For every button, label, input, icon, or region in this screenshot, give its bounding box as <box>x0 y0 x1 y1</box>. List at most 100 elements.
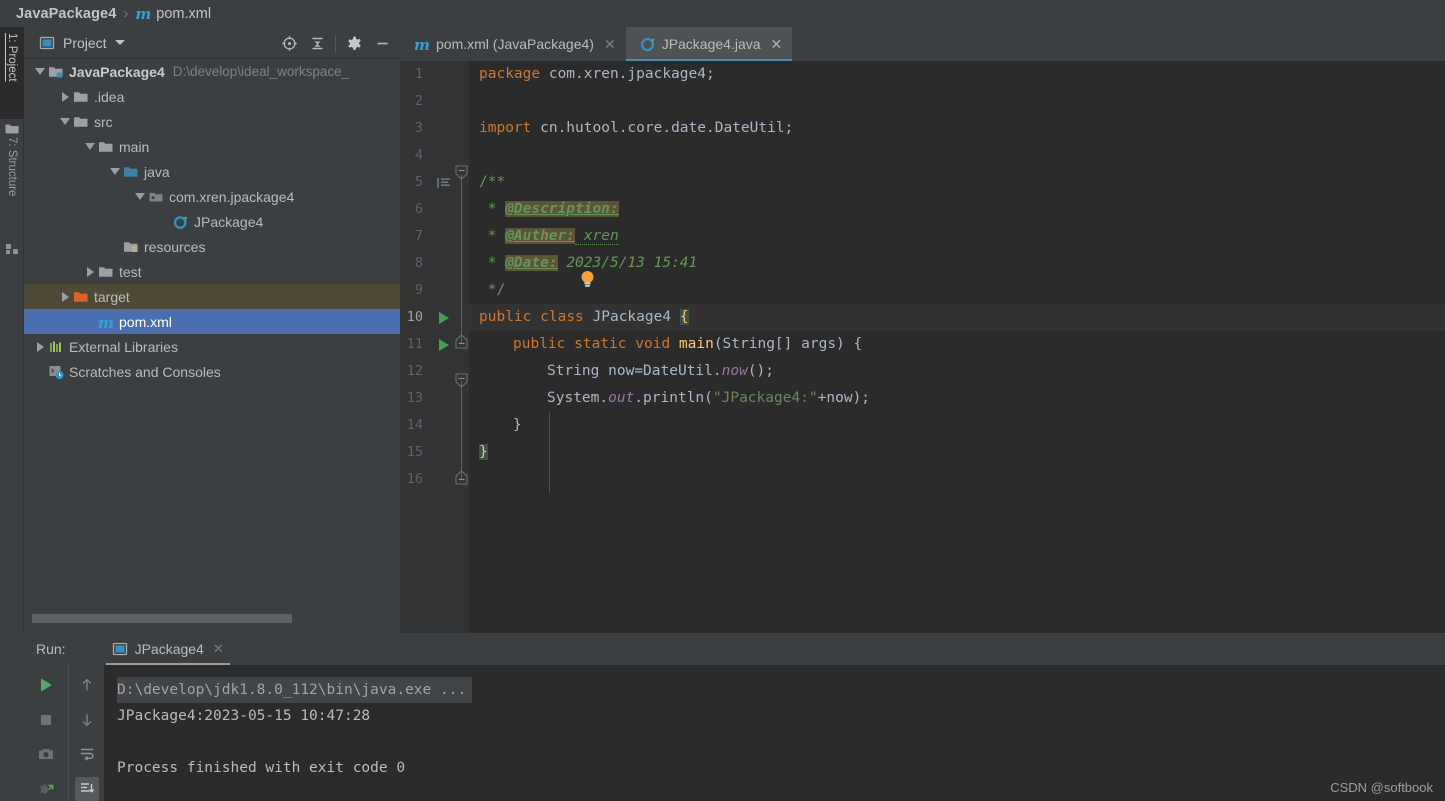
project-tree[interactable]: JavaPackage4 D:\develop\ideal_workspace_.… <box>24 59 400 615</box>
scrollbar-thumb[interactable] <box>32 614 292 623</box>
arrow-down-icon[interactable] <box>75 708 99 732</box>
close-icon[interactable]: ✕ <box>771 37 783 51</box>
excluded-folder-icon <box>73 289 89 305</box>
tree-node-idea[interactable]: .idea <box>24 84 400 109</box>
fold-collapse-javadoc-icon[interactable] <box>455 165 468 180</box>
libraries-icon <box>48 339 64 355</box>
tree-node-jpackage4[interactable]: JPackage4 <box>24 209 400 234</box>
chevron-down-icon[interactable] <box>82 139 98 155</box>
chevron-down-icon[interactable] <box>132 189 148 205</box>
run-config-icon <box>112 641 128 657</box>
intention-lightbulb-icon[interactable] <box>579 269 596 289</box>
project-panel-header: Project <box>24 27 400 59</box>
tree-node-resources[interactable]: resources <box>24 234 400 259</box>
folder-icon <box>73 114 89 130</box>
chevron-down-icon[interactable] <box>107 164 123 180</box>
breadcrumb-project[interactable]: JavaPackage4 <box>16 6 116 22</box>
scroll-to-end-icon[interactable] <box>74 777 99 801</box>
folder-icon <box>73 89 89 105</box>
camera-icon[interactable] <box>34 743 58 767</box>
package-icon <box>148 189 164 205</box>
run-configuration-tab[interactable]: JPackage4 ✕ <box>105 633 230 665</box>
debug-attach-icon[interactable] <box>34 777 58 801</box>
line-number-6: 6 <box>414 201 423 217</box>
chevron-right-icon[interactable] <box>57 89 73 105</box>
breadcrumb-file[interactable]: pom.xml <box>156 6 211 22</box>
close-icon[interactable]: ✕ <box>213 641 224 657</box>
run-console-output[interactable]: D:\develop\jdk1.8.0_112\bin\java.exe ...… <box>104 665 1445 801</box>
render-javadoc-icon[interactable] <box>436 169 452 196</box>
scratches-icon <box>48 364 64 380</box>
chevron-down-icon[interactable] <box>114 40 125 45</box>
line-number-12: 12 <box>406 363 423 379</box>
gear-icon[interactable] <box>340 29 368 57</box>
tree-node-scratches-and-consoles[interactable]: Scratches and Consoles <box>24 359 400 384</box>
java-class-icon <box>640 36 656 52</box>
code-folding-bar[interactable] <box>455 61 469 633</box>
chevron-down-icon[interactable] <box>32 64 48 80</box>
folder-icon <box>98 264 114 280</box>
editor-tab-bar: m pom.xml (JavaPackage4) ✕ JPackage4.jav… <box>400 27 1445 61</box>
run-toolbar-secondary <box>68 665 104 801</box>
tree-node-pom-xml[interactable]: m pom.xml <box>24 309 400 334</box>
collapse-all-icon[interactable] <box>303 29 331 57</box>
arrow-up-icon[interactable] <box>75 673 99 697</box>
sidebar-tab-structure[interactable]: 7: Structure <box>0 131 24 231</box>
run-gutter-icon-line-10[interactable] <box>439 304 449 331</box>
chevron-down-icon[interactable] <box>57 114 73 130</box>
fold-expand-javadoc-end-icon[interactable] <box>455 333 468 349</box>
breadcrumb: JavaPackage4 › m pom.xml <box>0 0 1445 27</box>
tree-node-external-libraries[interactable]: External Libraries <box>24 334 400 359</box>
indent-guide <box>549 412 550 493</box>
code-line-15: } <box>469 439 488 466</box>
breadcrumb-separator: › <box>123 5 129 22</box>
tree-node-label: main <box>119 138 150 155</box>
fold-expand-method-end-icon[interactable] <box>455 469 468 485</box>
tree-node-label: JavaPackage4 <box>69 63 165 80</box>
sidebar-tab-project[interactable]: 1: Project <box>0 27 24 119</box>
fold-collapse-method-icon[interactable] <box>455 373 468 388</box>
editor-tab-jpackage4-java[interactable]: JPackage4.java ✕ <box>625 27 793 61</box>
tree-node-src[interactable]: src <box>24 109 400 134</box>
scroll-from-source-icon[interactable] <box>275 29 303 57</box>
sidebar-tab-structure-label: 7: Structure <box>6 137 18 197</box>
java-class-icon <box>173 214 189 230</box>
line-number-3: 3 <box>414 120 423 136</box>
tree-node-com-xren-jpackage4[interactable]: com.xren.jpackage4 <box>24 184 400 209</box>
tree-node-main[interactable]: main <box>24 134 400 159</box>
console-line-command: D:\develop\jdk1.8.0_112\bin\java.exe ... <box>117 677 473 703</box>
bottom-left-strip <box>0 633 24 801</box>
run-tool-window: Run: JPackage4 ✕ D:\develop\jdk1.8.0_112… <box>24 633 1445 801</box>
tree-node-java[interactable]: java <box>24 159 400 184</box>
tree-node-label: src <box>94 113 113 130</box>
maven-m-icon: m <box>98 313 114 332</box>
console-line-output: JPackage4:2023-05-15 10:47:28 <box>117 708 371 724</box>
soft-wrap-icon[interactable] <box>75 743 99 767</box>
chevron-right-icon[interactable] <box>57 289 73 305</box>
tree-node-test[interactable]: test <box>24 259 400 284</box>
code-editor[interactable]: 1 2 3 4 5 6 7 8 9 10 11 12 13 14 15 16 p… <box>400 61 1445 633</box>
code-text[interactable]: package com.xren.jpackage4; import cn.hu… <box>469 61 1445 633</box>
tree-node-label: resources <box>144 238 206 255</box>
editor-tab-pom-xml[interactable]: m pom.xml (JavaPackage4) ✕ <box>400 27 626 61</box>
run-gutter-icon-line-11[interactable] <box>439 331 449 358</box>
line-number-13: 13 <box>406 390 423 406</box>
tree-node-javapackage4[interactable]: JavaPackage4 D:\develop\ideal_workspace_ <box>24 59 400 84</box>
javadoc-value-auther: xren <box>575 228 619 245</box>
javadoc-tag-date: @Date: <box>505 255 558 271</box>
line-number-9: 9 <box>414 282 423 298</box>
project-tree-horizontal-scrollbar[interactable] <box>32 614 392 623</box>
chevron-right-icon[interactable] <box>82 264 98 280</box>
line-number-15: 15 <box>406 444 423 460</box>
editor-area: m pom.xml (JavaPackage4) ✕ JPackage4.jav… <box>400 27 1445 633</box>
stop-icon[interactable] <box>34 708 58 732</box>
close-icon[interactable]: ✕ <box>604 37 616 51</box>
tree-node-target[interactable]: target <box>24 284 400 309</box>
tree-node-label: Scratches and Consoles <box>69 363 221 380</box>
chevron-right-icon[interactable] <box>32 339 48 355</box>
project-panel-title[interactable]: Project <box>63 35 107 51</box>
hide-icon[interactable] <box>368 29 396 57</box>
rerun-icon[interactable] <box>34 673 58 697</box>
